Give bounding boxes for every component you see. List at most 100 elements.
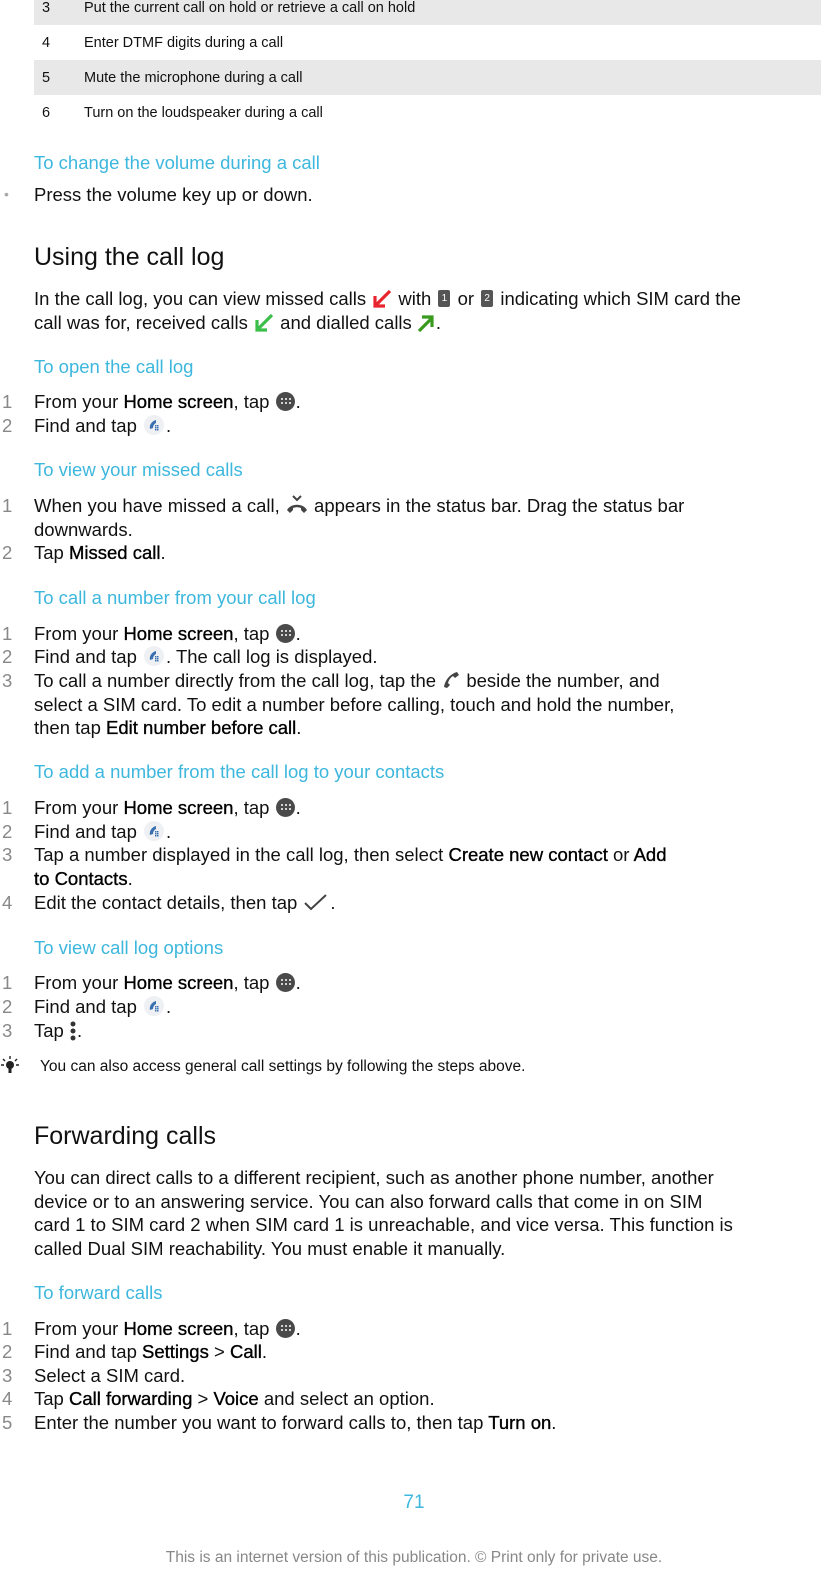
row-text: Turn on the loudspeaker during a call <box>84 104 323 121</box>
table-row: 5 Mute the microphone during a call <box>34 60 821 95</box>
paragraph-line: You can direct calls to a different reci… <box>34 1167 714 1188</box>
step-number: 3 <box>2 1020 13 1041</box>
step-text: . <box>296 717 302 738</box>
step-text: . <box>166 821 172 842</box>
intro-text: with <box>398 288 432 309</box>
subheading-call-from-log: To call a number from your call log <box>34 587 316 608</box>
step-number: 2 <box>2 542 13 563</box>
step-text: , tap <box>233 623 275 644</box>
home-screen-label: Home screen <box>123 797 234 818</box>
dialled-call-arrow-icon <box>416 313 436 333</box>
step-text: From your <box>34 391 124 412</box>
step-text: . <box>551 1412 557 1433</box>
paragraph-line: card 1 to SIM card 2 when SIM card 1 is … <box>34 1214 733 1235</box>
intro-text: and dialled calls <box>280 311 412 333</box>
settings-label: Settings <box>142 1341 209 1362</box>
intro-text: In the call log, you can view missed cal… <box>34 288 367 309</box>
step-text: . <box>127 867 133 889</box>
apps-icon <box>275 797 295 817</box>
step-text: or <box>607 844 634 865</box>
step-text: Find and tap <box>34 1341 142 1362</box>
row-text: Enter DTMF digits during a call <box>84 34 284 51</box>
call-log-intro: In the call log, you can view missed cal… <box>34 287 824 334</box>
step-text: beside the number, and <box>461 670 660 691</box>
step-text: To call a number directly from the call … <box>34 670 442 691</box>
step-text: . <box>166 415 172 436</box>
home-screen-label: Home screen <box>123 391 234 412</box>
intro-text: . <box>435 311 441 333</box>
row-number: 5 <box>42 69 51 86</box>
paragraph-line: called Dual SIM reachability. You must e… <box>34 1237 506 1259</box>
apps-icon <box>275 1318 295 1338</box>
intro-text: call was for, received calls <box>34 311 248 333</box>
row-text: Put the current call on hold or retrieve… <box>84 0 416 16</box>
step-text: , tap <box>233 972 275 993</box>
step-number: 5 <box>2 1412 13 1433</box>
step-text: From your <box>34 972 124 993</box>
apps-icon <box>275 623 295 643</box>
step-number: 2 <box>2 415 13 436</box>
checkmark-icon <box>302 892 330 912</box>
step-text: Tap a number displayed in the call log, … <box>34 844 449 865</box>
row-number: 3 <box>42 0 51 16</box>
call-label: Call <box>229 1341 262 1362</box>
step-text: Find and tap <box>34 415 142 436</box>
step-text: Edit the contact details, then tap <box>34 892 303 913</box>
step-text: Enter the number you want to forward cal… <box>34 1412 489 1433</box>
step-number: 2 <box>2 996 13 1017</box>
phone-app-icon <box>144 415 164 436</box>
page-number: 71 <box>403 1492 425 1513</box>
step-number: 1 <box>2 972 13 993</box>
paragraph-line: device or to an answering service. You c… <box>34 1190 703 1212</box>
apps-icon <box>275 972 295 992</box>
step-number: 1 <box>2 391 13 412</box>
tip-lightbulb-icon <box>1 1056 19 1073</box>
step-number: 2 <box>2 1341 13 1362</box>
sim-1-icon: 1 <box>438 289 451 307</box>
missed-call-label: Missed call <box>68 542 161 563</box>
step-text: , tap <box>233 391 275 412</box>
step-text: From your <box>34 1318 124 1339</box>
step-text: . <box>295 391 301 412</box>
step-text: Tap <box>34 1020 69 1041</box>
step-text: Find and tap <box>34 821 142 842</box>
phone-app-icon <box>144 646 164 667</box>
phone-app-icon <box>144 821 164 842</box>
step-text: . The call log is displayed. <box>166 646 378 667</box>
step-text: Select a SIM card. <box>34 1365 186 1386</box>
subheading-add-to-contacts: To add a number from the call log to you… <box>34 761 445 782</box>
missed-call-status-icon <box>285 493 309 515</box>
subheading-missed-calls: To view your missed calls <box>34 459 243 480</box>
step-text: . <box>295 797 301 818</box>
bullet-text: Press the volume key up or down. <box>34 184 313 205</box>
step-text: select a SIM card. To edit a number befo… <box>34 693 675 715</box>
row-text: Mute the microphone during a call <box>84 69 303 86</box>
received-call-arrow-icon <box>253 313 275 333</box>
step-text: Find and tap <box>34 646 142 667</box>
step-number: 3 <box>2 844 13 865</box>
step-number: 1 <box>2 495 13 516</box>
subheading-open-call-log: To open the call log <box>34 356 194 377</box>
intro-text: or <box>457 288 475 309</box>
step-text: . <box>295 1318 301 1339</box>
section-heading-forwarding: Forwarding calls <box>34 1122 217 1150</box>
step-text: . <box>295 972 301 993</box>
step-text: . <box>160 542 166 563</box>
step-text: From your <box>34 623 124 644</box>
table-row: 4 Enter DTMF digits during a call <box>34 25 821 60</box>
step-text: From your <box>34 797 124 818</box>
voice-label: Voice <box>213 1388 259 1409</box>
add-to-contacts-label: Add <box>633 844 667 865</box>
step-number: 3 <box>2 1365 13 1386</box>
intro-text: indicating which SIM card the <box>500 288 741 309</box>
more-options-icon <box>69 1020 77 1042</box>
step-number: 1 <box>2 623 13 644</box>
edit-number-label: Edit number before call <box>106 717 297 738</box>
phone-app-icon <box>144 996 164 1017</box>
table-row: 3 Put the current call on hold or retrie… <box>34 0 821 25</box>
step-text: > <box>192 1388 214 1409</box>
step-text: Tap <box>34 1388 69 1409</box>
step-number: 3 <box>2 670 13 691</box>
step-number: 1 <box>2 797 13 818</box>
subheading-change-volume: To change the volume during a call <box>34 152 320 173</box>
